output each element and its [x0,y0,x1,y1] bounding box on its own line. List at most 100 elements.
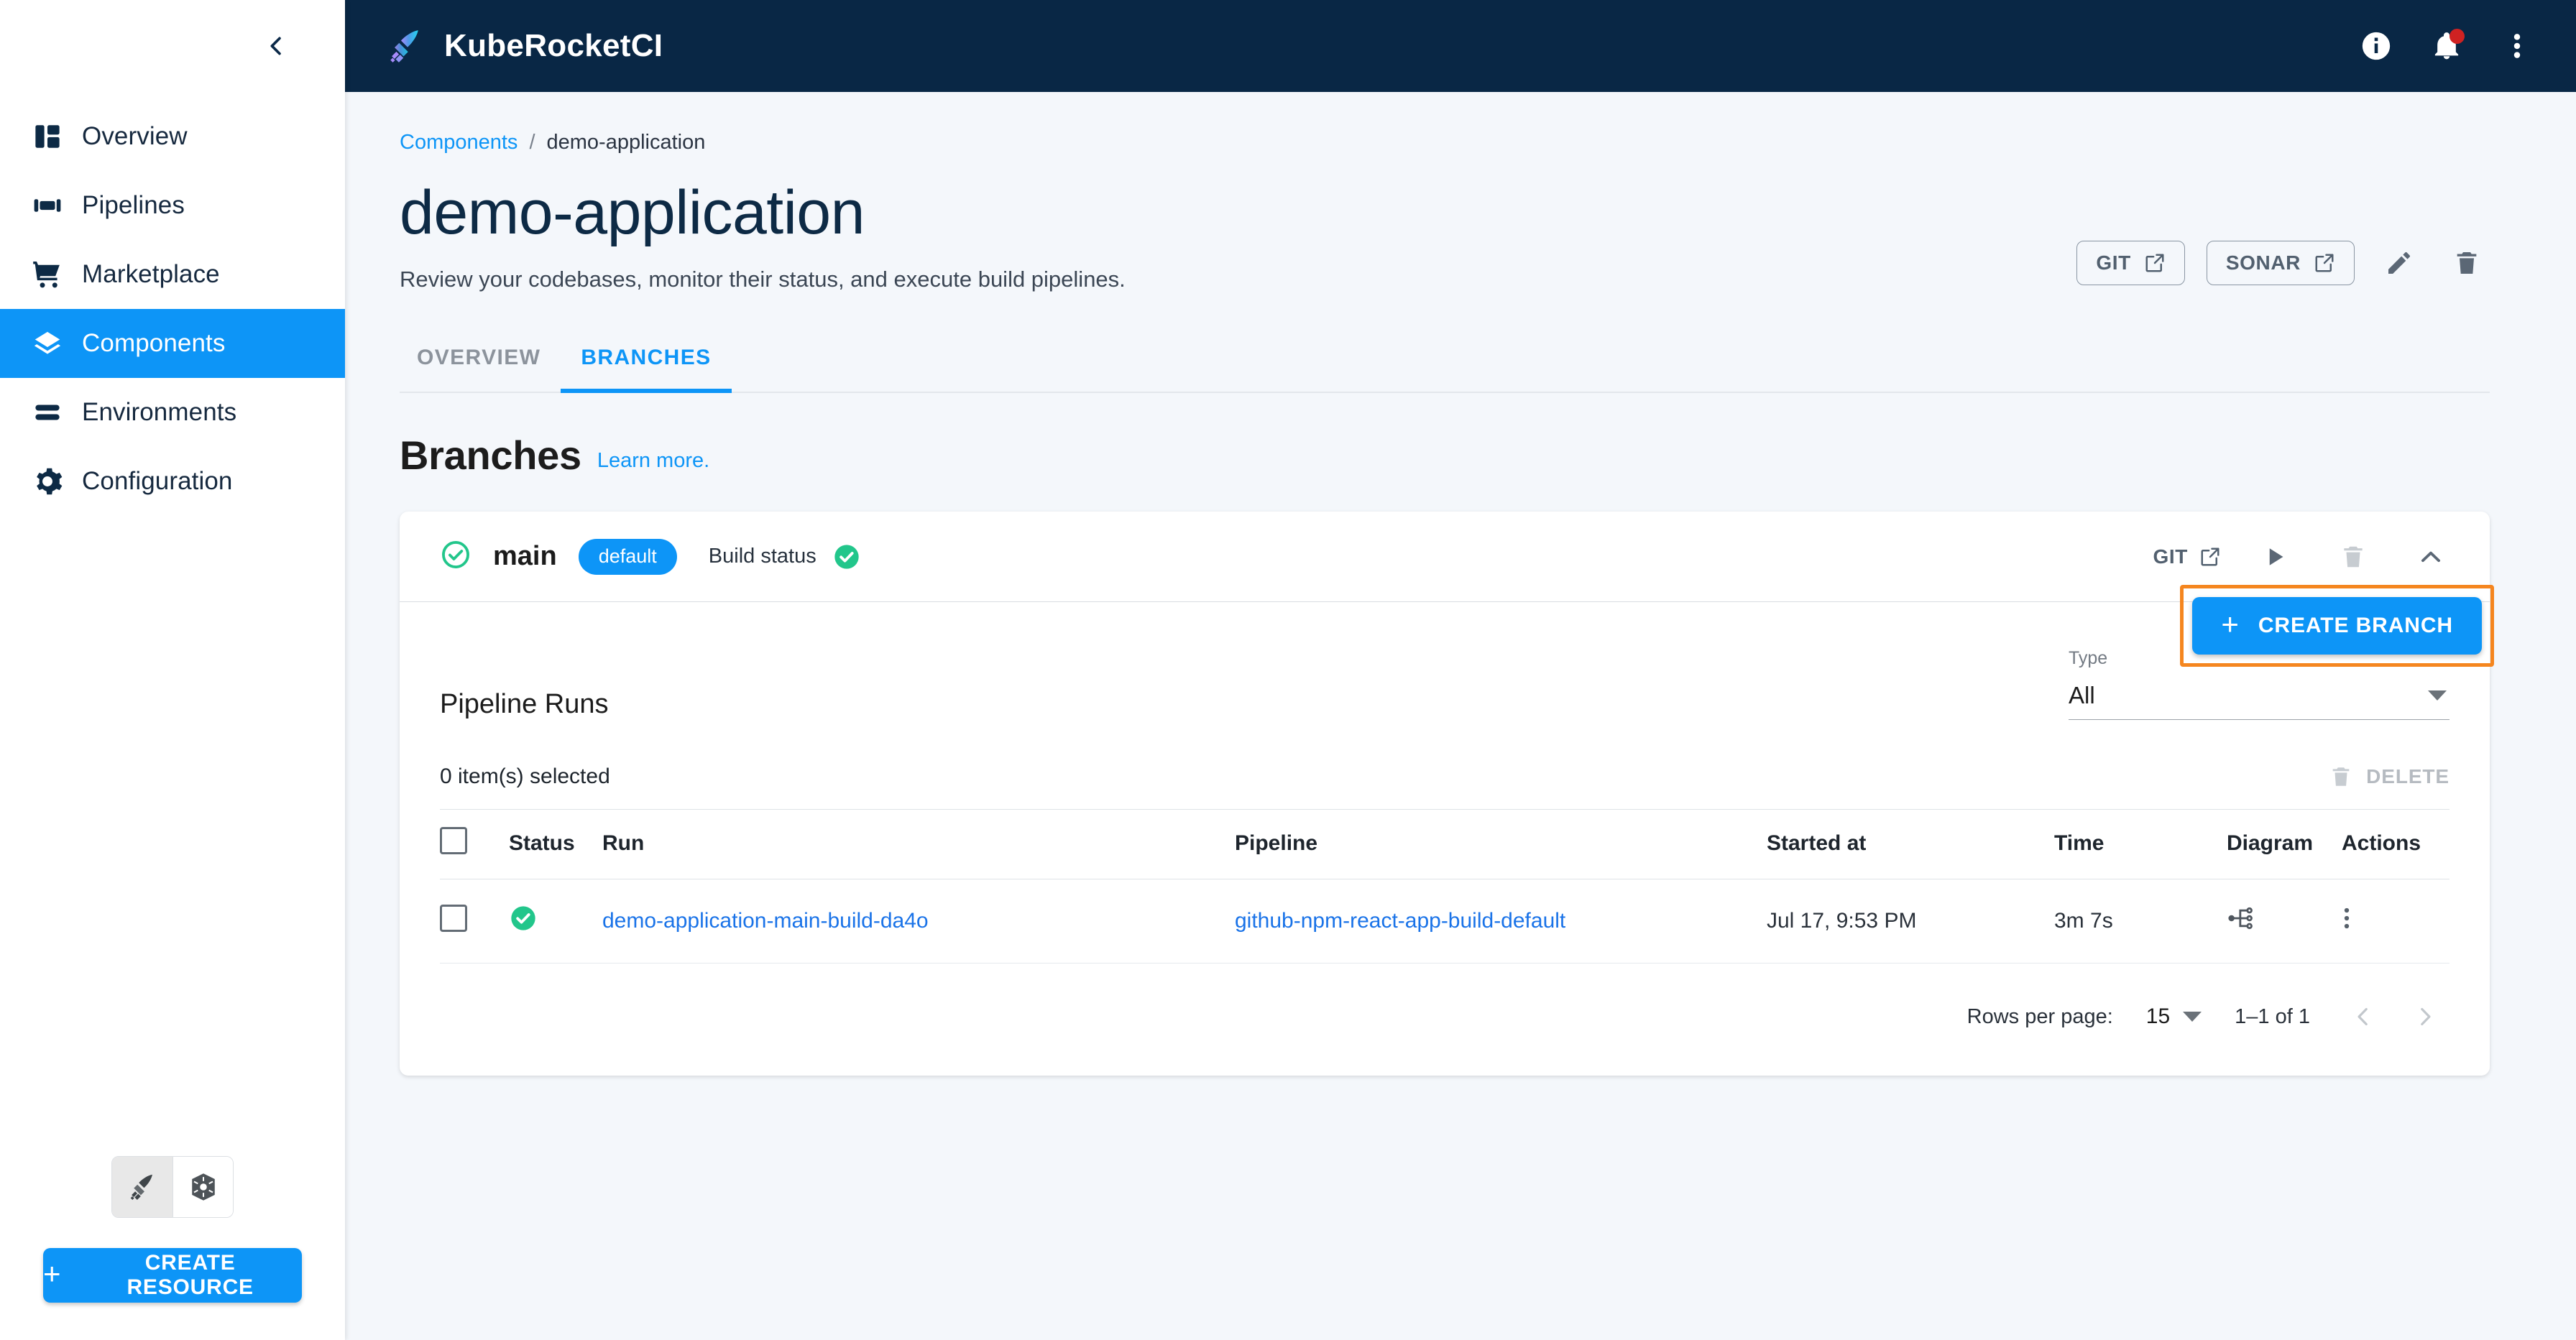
breadcrumb-current: demo-application [546,131,706,154]
branches-section-header: Branches Learn more. [400,432,2490,479]
git-button-label: GIT [2096,251,2131,274]
rows-per-page-select[interactable]: 15 [2146,1004,2202,1029]
branch-name: main [493,541,557,571]
type-filter-value: All [2069,682,2095,708]
sidebar-item-label: Environments [82,398,237,426]
select-all-header [440,809,509,879]
cart-icon [20,259,75,290]
page-content: Components / demo-application GIT SONAR [345,92,2576,1340]
sidebar-item-configuration[interactable]: Configuration [0,447,345,516]
type-filter-select[interactable]: All [2069,676,2450,720]
row-status-cell [509,879,602,964]
column-time: Time [2054,809,2227,879]
sidebar-nav: Overview Pipelines Marketplace Component… [0,102,345,516]
create-resource-label: CREATE RESOURCE [126,1251,254,1299]
diagram-icon[interactable] [2227,907,2255,938]
run-link[interactable]: demo-application-main-build-da4o [602,909,929,933]
chevron-left-icon [2358,1007,2368,1026]
delete-branch-button[interactable] [2330,534,2376,580]
main-area: KubeRocketCI Components / demo-applicati… [345,0,2576,1340]
external-link-icon [2145,254,2164,272]
layers-icon [20,328,75,359]
tab-overview[interactable]: OVERVIEW [397,338,561,393]
sidebar-item-marketplace[interactable]: Marketplace [0,240,345,309]
sidebar-collapse-button[interactable] [256,26,296,66]
pipelines-icon [20,190,75,221]
delete-runs-button[interactable]: DELETE [2329,764,2450,789]
pipeline-link[interactable]: github-npm-react-app-build-default [1235,909,1565,933]
gear-icon [20,466,75,497]
column-status: Status [509,809,602,879]
topbar-actions [2358,27,2536,65]
breadcrumb-components-link[interactable]: Components [400,131,518,154]
column-started-at: Started at [1767,809,2054,879]
selection-bar: 0 item(s) selected DELETE [440,764,2450,795]
sidebar-item-overview[interactable]: Overview [0,102,345,171]
create-branch-highlight: + CREATE BRANCH [2180,585,2494,667]
environments-icon [20,397,75,428]
check-circle-filled-icon [832,542,861,571]
sidebar-item-pipelines[interactable]: Pipelines [0,171,345,240]
sidebar: Overview Pipelines Marketplace Component… [0,0,345,1340]
brand-title: KubeRocketCI [444,28,663,63]
trash-icon [2344,546,2363,567]
sonar-button[interactable]: SONAR [2206,241,2355,285]
branch-git-link[interactable]: GIT [2153,545,2221,568]
edit-component-button[interactable] [2376,240,2422,286]
row-checkbox[interactable] [440,905,467,932]
row-select-cell [440,879,509,964]
delete-runs-label: DELETE [2366,765,2450,787]
breadcrumb-row: Components / demo-application [400,131,2490,154]
git-button[interactable]: GIT [2076,241,2185,285]
tab-branches[interactable]: BRANCHES [561,338,732,393]
table-head: Status Run Pipeline Started at Time Diag… [440,809,2450,879]
more-vertical-icon[interactable] [2342,907,2352,938]
sidebar-item-label: Overview [82,122,188,150]
sidebar-item-label: Configuration [82,467,233,495]
branch-card-body: Pipeline Runs Type All 0 item(s) selecte… [400,602,2490,1076]
table-row: demo-application-main-build-da4o github-… [440,879,2450,964]
learn-more-link[interactable]: Learn more. [597,449,709,473]
info-icon[interactable] [2358,27,2395,65]
brand[interactable]: KubeRocketCI [385,26,663,66]
chevron-down-icon [2183,1012,2202,1022]
collapse-branch-button[interactable] [2408,534,2454,580]
more-vertical-icon[interactable] [2498,27,2536,65]
kubernetes-icon-button[interactable] [172,1157,233,1217]
sidebar-item-environments[interactable]: Environments [0,378,345,447]
chevron-down-icon [2428,690,2447,701]
create-branch-label: CREATE BRANCH [2258,614,2453,637]
column-diagram: Diagram [2227,809,2342,879]
create-branch-button[interactable]: + CREATE BRANCH [2192,597,2482,655]
notifications-icon[interactable] [2428,27,2465,65]
chevron-right-icon [2421,1007,2431,1026]
delete-component-button[interactable] [2444,240,2490,286]
select-all-checkbox[interactable] [440,827,467,854]
env-toggle-group [111,1156,234,1218]
dashboard-icon [20,121,75,152]
run-branch-button[interactable] [2253,534,2299,580]
pagination-nav [2343,997,2445,1037]
branch-actions: GIT [2153,534,2454,580]
previous-page-button[interactable] [2343,997,2383,1037]
branch-header-row[interactable]: main default Build status GIT [400,512,2490,602]
pagination: Rows per page: 15 1–1 of 1 [440,964,2450,1076]
default-branch-chip: default [578,538,677,575]
kuberocket-icon [130,1174,152,1200]
pencil-icon [2388,252,2410,274]
check-circle-filled-icon [509,906,538,938]
row-diagram-cell [2227,879,2342,964]
sidebar-item-components[interactable]: Components [0,309,345,378]
trash-icon [2457,252,2477,274]
chevron-left-icon [270,37,281,55]
chevron-up-icon [2421,551,2440,562]
tab-bar: OVERVIEW BRANCHES [400,338,2490,393]
sidebar-item-label: Pipelines [82,191,185,219]
kuberocket-icon-button[interactable] [112,1157,172,1217]
create-resource-button[interactable]: + CREATE RESOURCE [43,1248,302,1303]
external-link-icon [2201,547,2220,565]
sidebar-env-toggle [0,1156,345,1218]
row-actions-cell [2342,879,2450,964]
next-page-button[interactable] [2405,997,2445,1037]
